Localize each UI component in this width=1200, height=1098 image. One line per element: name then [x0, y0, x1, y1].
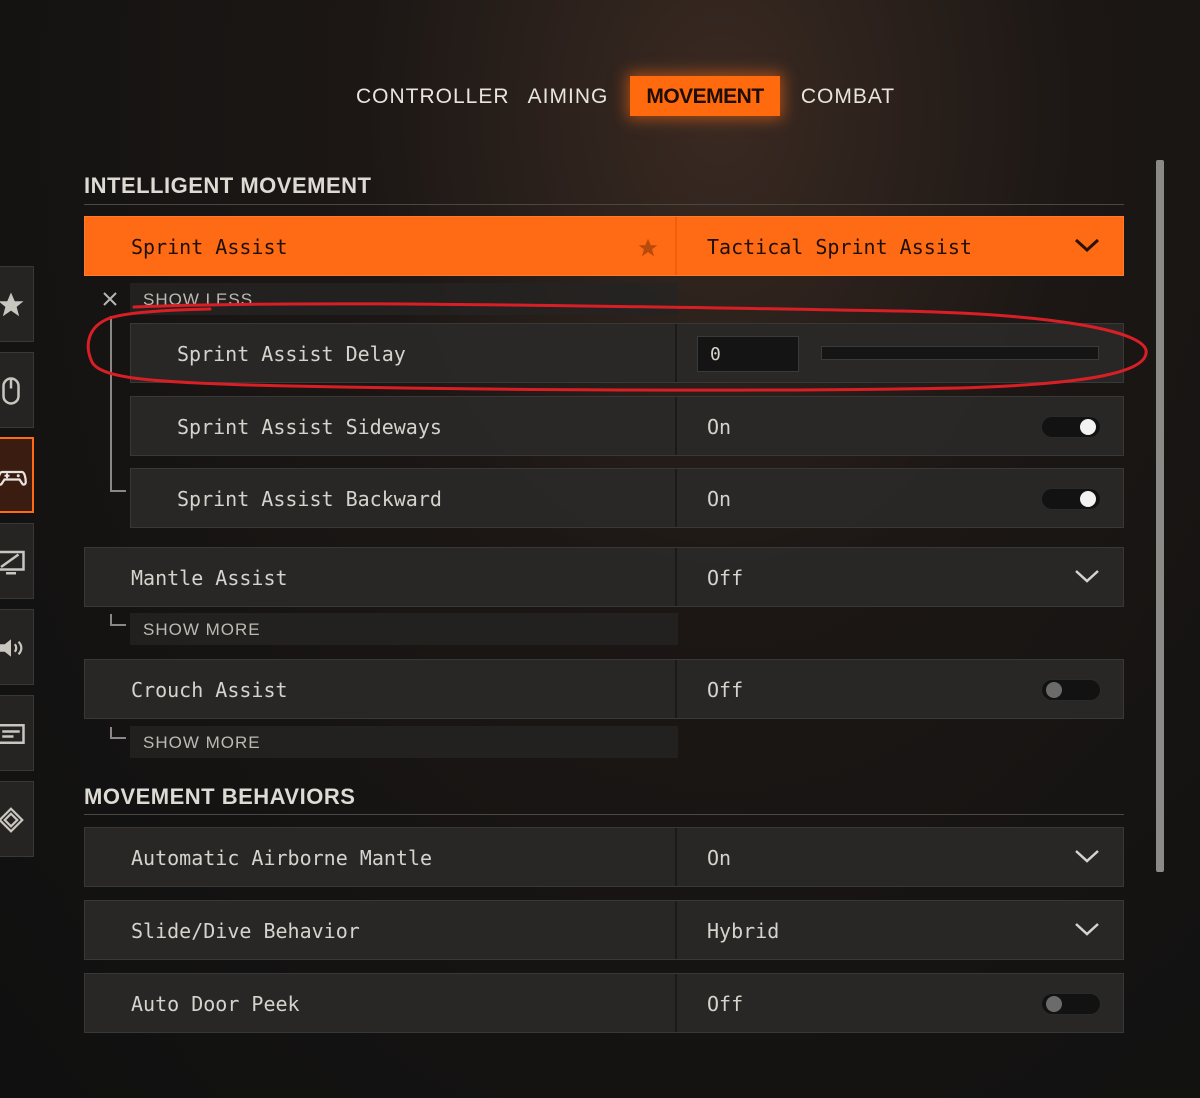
setting-value: Off: [707, 678, 744, 702]
setting-label: Sprint Assist: [131, 235, 288, 259]
chevron-down-icon[interactable]: [1073, 919, 1101, 939]
row-divider: [675, 469, 677, 527]
tree-line: [110, 316, 112, 492]
tab-controller[interactable]: CONTROLLER: [356, 76, 509, 116]
row-sprint-assist-delay[interactable]: Sprint Assist Delay 0: [130, 323, 1124, 383]
scrollbar[interactable]: [1156, 160, 1164, 872]
toggle-knob: [1080, 491, 1096, 507]
slider-value-input[interactable]: 0: [697, 336, 799, 372]
setting-value: On: [707, 846, 732, 870]
tree-line: [110, 490, 126, 492]
show-less-label: SHOW LESS: [143, 290, 254, 309]
setting-label: Sprint Assist Sideways: [177, 415, 442, 439]
display-icon: [0, 550, 25, 575]
mantle-show-more[interactable]: SHOW MORE: [130, 613, 678, 645]
setting-label: Mantle Assist: [131, 566, 288, 590]
close-icon[interactable]: [102, 291, 118, 307]
toggle-switch[interactable]: [1041, 488, 1101, 510]
sidebar-item-audio[interactable]: [0, 609, 34, 685]
tree-line: [110, 737, 126, 739]
setting-label: Crouch Assist: [131, 678, 288, 702]
tree-line: [110, 624, 126, 626]
toggle-knob: [1046, 682, 1062, 698]
setting-value: Hybrid: [707, 919, 780, 943]
slider-track[interactable]: [821, 346, 1099, 360]
row-divider: [675, 217, 677, 275]
section-rule: [84, 204, 1124, 205]
row-auto-door-peek[interactable]: Auto Door Peek Off: [84, 973, 1124, 1033]
setting-value: On: [707, 487, 732, 511]
chevron-down-icon[interactable]: [1073, 566, 1101, 586]
section-title-movement-behaviors: MOVEMENT BEHAVIORS: [84, 784, 356, 809]
setting-label: Auto Door Peek: [131, 992, 300, 1016]
toggle-switch[interactable]: [1041, 416, 1101, 438]
sidebar-item-network[interactable]: [0, 781, 34, 857]
settings-tabs: CONTROLLER AIMING MOVEMENT COMBAT: [0, 76, 1200, 120]
keyboard-icon: [0, 724, 25, 744]
chevron-down-icon[interactable]: [1073, 846, 1101, 866]
section-rule: [84, 814, 1124, 815]
row-mantle-assist[interactable]: Mantle Assist Off: [84, 547, 1124, 607]
crouch-show-more[interactable]: SHOW MORE: [130, 726, 678, 758]
tab-aiming[interactable]: AIMING: [512, 76, 624, 116]
row-sprint-assist[interactable]: Sprint Assist Tactical Sprint Assist: [84, 216, 1124, 276]
gamepad-icon: [0, 470, 27, 486]
star-icon[interactable]: [637, 237, 659, 259]
row-sprint-assist-sideways[interactable]: Sprint Assist Sideways On: [130, 396, 1124, 456]
sidebar-item-interface[interactable]: [0, 695, 34, 771]
row-divider: [675, 397, 677, 455]
show-more-label: SHOW MORE: [143, 620, 261, 639]
section-title-intelligent-movement: INTELLIGENT MOVEMENT: [84, 173, 372, 198]
tab-movement[interactable]: MOVEMENT: [630, 76, 780, 116]
row-automatic-airborne-mantle[interactable]: Automatic Airborne Mantle On: [84, 827, 1124, 887]
setting-value: Off: [707, 566, 744, 590]
setting-value: On: [707, 415, 732, 439]
sidebar-item-graphics[interactable]: [0, 523, 34, 599]
setting-label: Sprint Assist Backward: [177, 487, 442, 511]
row-divider: [675, 548, 677, 606]
star-icon: [0, 292, 24, 317]
network-icon: [0, 807, 24, 833]
row-divider: [675, 828, 677, 886]
row-divider: [675, 974, 677, 1032]
setting-label: Automatic Airborne Mantle: [131, 846, 433, 870]
setting-label: Sprint Assist Delay: [177, 342, 406, 366]
toggle-knob: [1046, 996, 1062, 1012]
row-sprint-assist-backward[interactable]: Sprint Assist Backward On: [130, 468, 1124, 528]
chevron-down-icon[interactable]: [1073, 235, 1101, 255]
toggle-switch[interactable]: [1041, 993, 1101, 1015]
show-more-label: SHOW MORE: [143, 733, 261, 752]
toggle-switch[interactable]: [1041, 679, 1101, 701]
mouse-icon: [2, 377, 20, 405]
speaker-icon: [0, 639, 23, 657]
sidebar-item-favorites[interactable]: [0, 266, 34, 342]
setting-value: Tactical Sprint Assist: [707, 235, 972, 259]
setting-label: Slide/Dive Behavior: [131, 919, 360, 943]
row-crouch-assist[interactable]: Crouch Assist Off: [84, 659, 1124, 719]
show-less-toggle[interactable]: SHOW LESS: [130, 283, 678, 315]
toggle-knob: [1080, 419, 1096, 435]
sidebar-item-controller[interactable]: [0, 437, 34, 513]
tab-combat[interactable]: COMBAT: [790, 76, 906, 116]
sidebar-item-mouse[interactable]: [0, 352, 34, 428]
row-divider: [675, 901, 677, 959]
row-slide-dive-behavior[interactable]: Slide/Dive Behavior Hybrid: [84, 900, 1124, 960]
setting-value: Off: [707, 992, 744, 1016]
row-divider: [675, 660, 677, 718]
delay-slider-control: 0: [675, 324, 1125, 382]
